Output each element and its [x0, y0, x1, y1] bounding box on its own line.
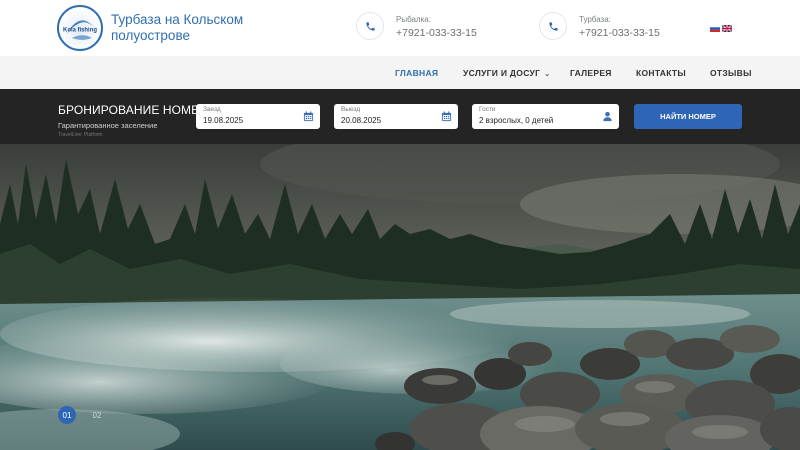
phone-label: Турбаза: [579, 15, 611, 24]
site-title[interactable]: Турбаза на Кольском полуострове [111, 12, 271, 44]
checkin-value: 19.08.2025 [203, 116, 244, 125]
calendar-icon [303, 111, 314, 122]
calendar-icon [441, 111, 452, 122]
phone-number[interactable]: +7921-033-33-15 [396, 27, 477, 39]
phone-label: Рыбалка: [396, 15, 431, 24]
nav-item-contacts[interactable]: Контакты [636, 68, 686, 78]
nav-item-home[interactable]: Главная [395, 68, 438, 78]
logo[interactable]: Kola fishing [57, 5, 103, 51]
nav-item-label: Услуги и досуг [463, 68, 541, 78]
nav-item-services[interactable]: Услуги и досуг ⌄ [463, 68, 550, 78]
hero-image [0, 144, 800, 450]
guests-value: 2 взрослых, 0 детей [479, 116, 554, 125]
nav-item-label: Контакты [636, 68, 687, 78]
booking-bar: Бронирование номеров Гарантированное зас… [0, 89, 800, 144]
nav-item-gallery[interactable]: Галерея [570, 68, 612, 78]
slide-indicator-1[interactable]: 01 [58, 406, 76, 424]
nav-item-reviews[interactable]: Отзывы [710, 68, 752, 78]
checkout-field[interactable]: Выезд 20.08.2025 [334, 104, 458, 129]
checkout-label: Выезд [341, 106, 361, 113]
language-switcher [710, 25, 732, 32]
guests-label: Гости [479, 106, 496, 113]
phone-icon[interactable] [539, 12, 567, 40]
chevron-down-icon: ⌄ [544, 71, 551, 78]
nav-item-label: Галерея [570, 68, 612, 78]
nav-item-label: Главная [395, 68, 439, 78]
booking-platform: TravelLine: Platform [58, 132, 103, 138]
checkin-label: Заезд [203, 106, 221, 113]
guests-field[interactable]: Гости 2 взрослых, 0 детей [472, 104, 619, 129]
flag-en-icon[interactable] [722, 25, 732, 32]
find-room-button[interactable]: Найти номер [634, 104, 742, 129]
phone-icon[interactable] [356, 12, 384, 40]
main-nav: Главная Услуги и досуг ⌄ Галерея Контакты… [0, 56, 800, 89]
flag-ru-icon[interactable] [710, 25, 720, 32]
hero-slider [0, 144, 800, 450]
checkin-field[interactable]: Заезд 19.08.2025 [196, 104, 320, 129]
slide-indicator-2[interactable]: 02 [88, 406, 106, 424]
site-header: Kola fishing Турбаза на Кольском полуост… [0, 0, 800, 56]
logo-text: Kola fishing [63, 28, 97, 34]
checkout-value: 20.08.2025 [341, 116, 382, 125]
user-icon [603, 111, 612, 122]
nav-item-label: Отзывы [710, 68, 752, 78]
booking-subtitle: Гарантированное заселение [58, 121, 158, 130]
phone-number[interactable]: +7921-033-33-15 [579, 27, 660, 39]
